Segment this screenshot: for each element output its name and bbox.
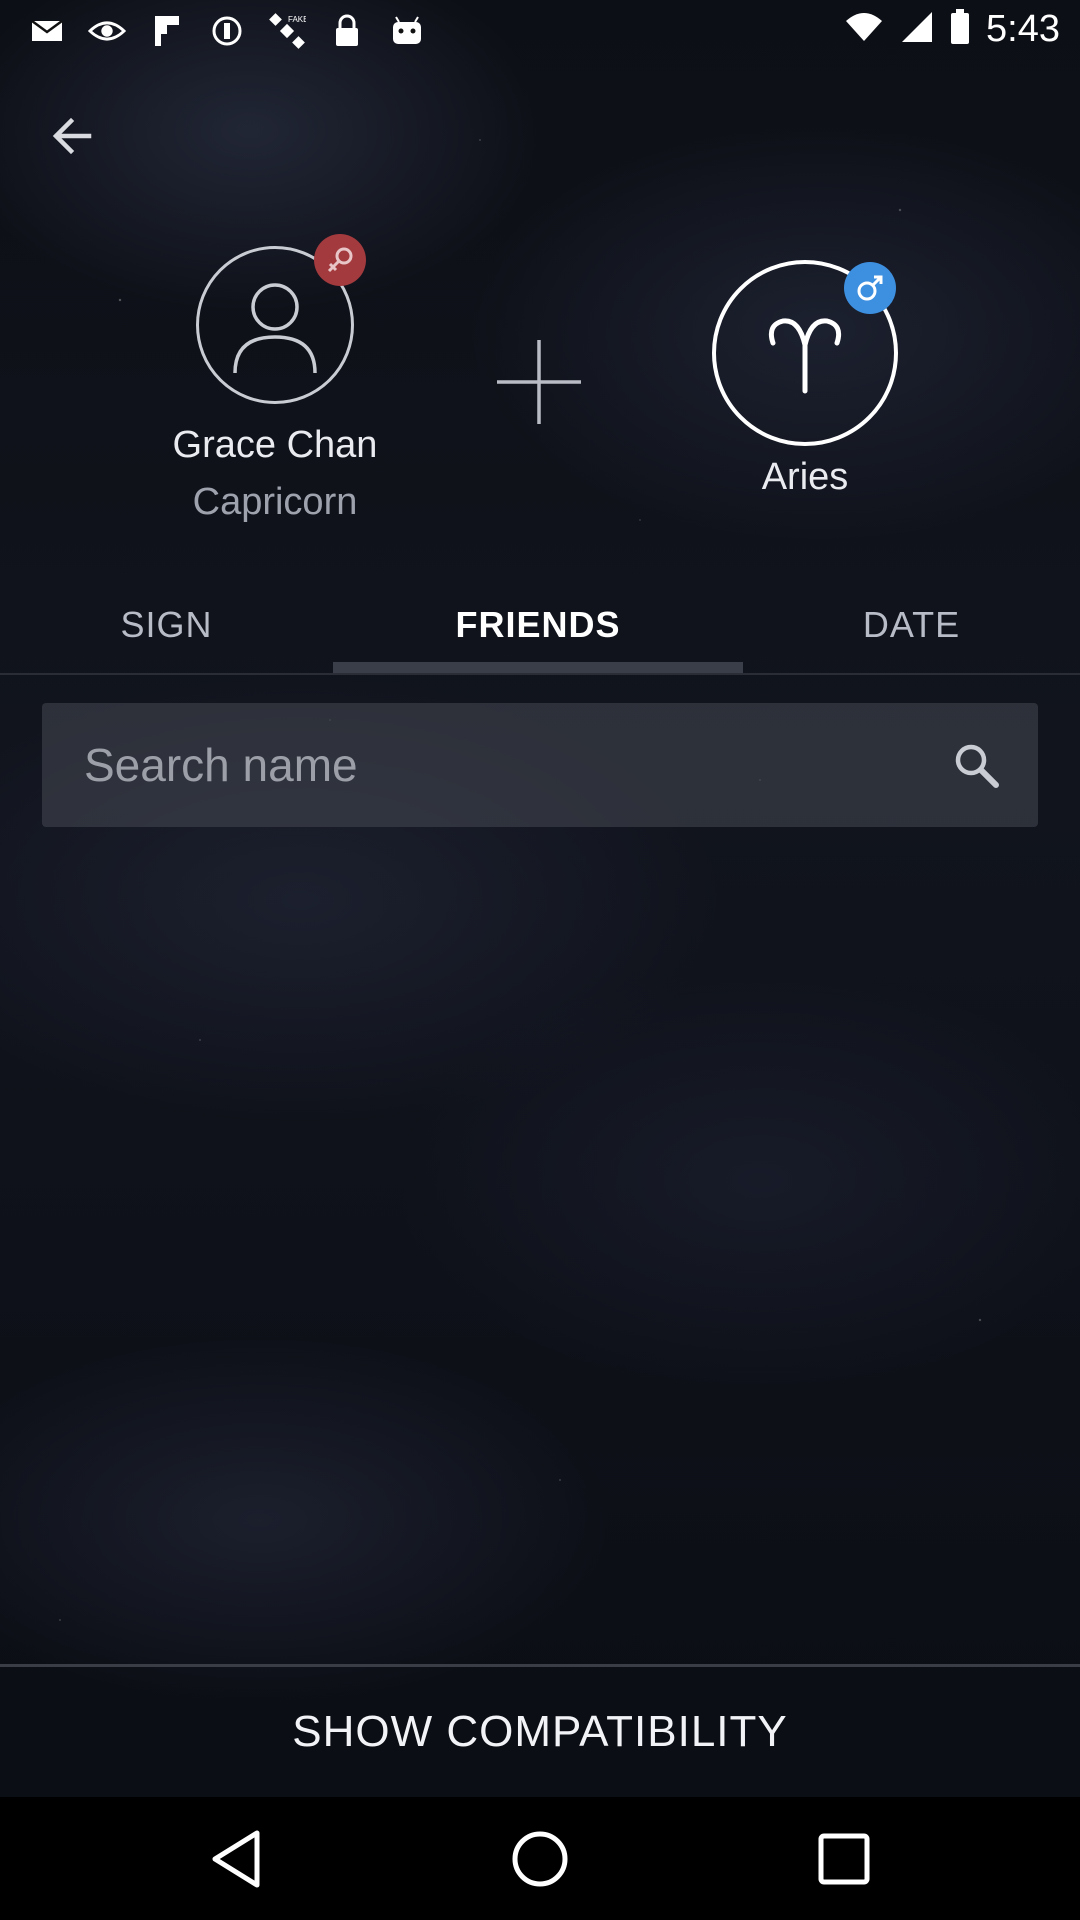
user-name: Grace Chan (172, 424, 378, 466)
back-button[interactable] (40, 104, 104, 168)
male-icon (857, 275, 883, 301)
lock-icon (328, 12, 366, 50)
android-icon (388, 12, 426, 50)
status-bar: FAKE 5:43 (0, 0, 1080, 62)
satellite-icon: FAKE (268, 12, 306, 50)
flipboard-icon (148, 12, 186, 50)
recents-nav-icon (818, 1833, 870, 1885)
svg-text:FAKE: FAKE (288, 15, 306, 24)
nav-recents-button[interactable] (812, 1827, 876, 1891)
nav-back-button[interactable] (204, 1827, 268, 1891)
search-button[interactable] (936, 725, 1016, 805)
mail-icon (28, 12, 66, 50)
search-box (42, 703, 1038, 827)
tab-sign[interactable]: SIGN (0, 580, 333, 670)
partner-sign: Aries (761, 456, 849, 498)
arrow-left-icon (52, 117, 92, 155)
back-nav-icon (212, 1830, 260, 1888)
plus-icon (497, 340, 581, 424)
notification-icons: FAKE (28, 12, 426, 50)
user-sign: Capricorn (192, 481, 358, 523)
tab-divider (0, 673, 1080, 675)
eye-icon (88, 12, 126, 50)
tab-date[interactable]: DATE (743, 580, 1080, 670)
male-badge (844, 262, 896, 314)
search-icon (955, 744, 999, 788)
system-status: 5:43 (844, 8, 1060, 51)
home-nav-icon (512, 1831, 568, 1887)
navigation-bar (0, 1797, 1080, 1920)
female-icon (327, 247, 353, 273)
female-badge (314, 234, 366, 286)
wifi-icon (844, 11, 884, 48)
nav-home-button[interactable] (508, 1827, 572, 1891)
clock: 5:43 (986, 8, 1060, 50)
battery-icon (950, 9, 970, 50)
show-compatibility-button[interactable]: SHOW COMPATIBILITY (0, 1667, 1080, 1797)
aries-icon (768, 318, 842, 394)
app-screen: FAKE 5:43 Grace Chan Capricorn Aries SIG… (0, 0, 1080, 1920)
person-icon (233, 283, 317, 374)
tab-friends[interactable]: FRIENDS (333, 580, 743, 670)
search-input[interactable] (82, 737, 936, 793)
user-profile[interactable]: Grace Chan Capricorn (150, 246, 400, 524)
info-icon (208, 12, 246, 50)
signal-icon (900, 10, 934, 49)
